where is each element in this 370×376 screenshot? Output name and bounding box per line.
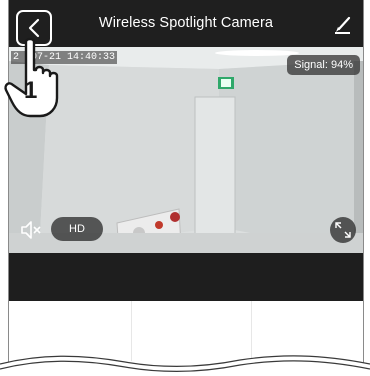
chevron-left-icon — [28, 18, 40, 38]
speaker-muted-icon — [21, 221, 41, 239]
hd-quality-button[interactable]: HD — [51, 217, 103, 241]
torn-edge — [0, 355, 370, 376]
mute-button[interactable] — [20, 220, 42, 240]
edit-button[interactable] — [331, 13, 353, 35]
signal-badge: Signal: 94% — [287, 55, 360, 75]
control-bar — [9, 253, 363, 301]
pointing-hand-icon: 1 — [4, 37, 59, 118]
fullscreen-button[interactable] — [330, 217, 356, 243]
expand-icon — [335, 222, 351, 238]
pencil-icon — [335, 16, 351, 34]
page-title: Wireless Spotlight Camera — [98, 15, 274, 31]
step-number: 1 — [24, 77, 37, 104]
